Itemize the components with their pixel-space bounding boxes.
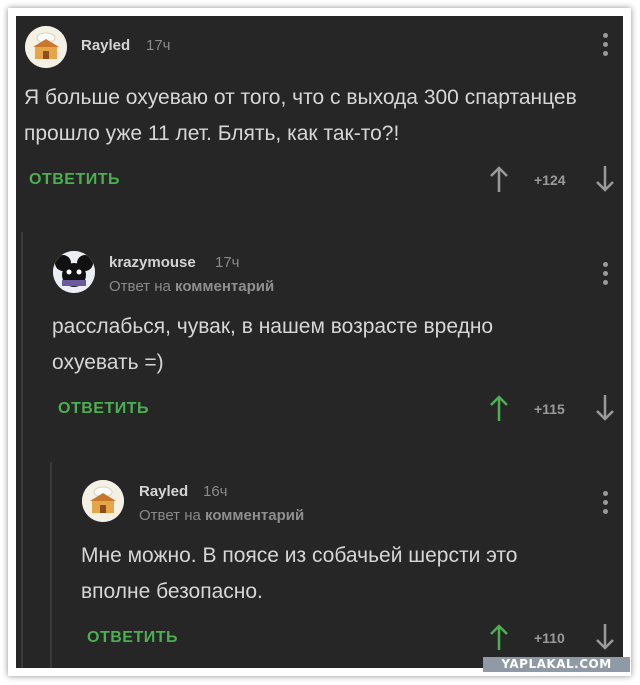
score: +110 [534, 630, 565, 646]
watermark: YAPLAKAL.COM [483, 657, 630, 672]
comment-3: Rayled 16ч Ответ на комментарий Мне можн… [16, 16, 623, 668]
downvote-arrow-icon[interactable] [594, 622, 616, 652]
more-options-icon[interactable] [600, 491, 610, 517]
reply-to-info: Ответ на комментарий [139, 507, 304, 524]
reply-prefix: Ответ на [139, 507, 201, 524]
comment-text-line-1: Мне можно. В поясе из собачьей шерсти эт… [81, 544, 518, 567]
avatar[interactable] [82, 480, 124, 522]
comment-text-line-2: вполне безопасно. [81, 580, 263, 603]
comments-screen: Rayled 17ч Я больше охуеваю от того, что… [16, 16, 623, 668]
reply-target-link[interactable]: комментарий [205, 507, 304, 524]
upvote-arrow-icon[interactable] [488, 622, 510, 652]
house-avatar-icon [82, 480, 124, 522]
timestamp: 16ч [203, 483, 228, 500]
username[interactable]: Rayled [139, 483, 188, 500]
reply-button[interactable]: ОТВЕТИТЬ [87, 629, 178, 647]
